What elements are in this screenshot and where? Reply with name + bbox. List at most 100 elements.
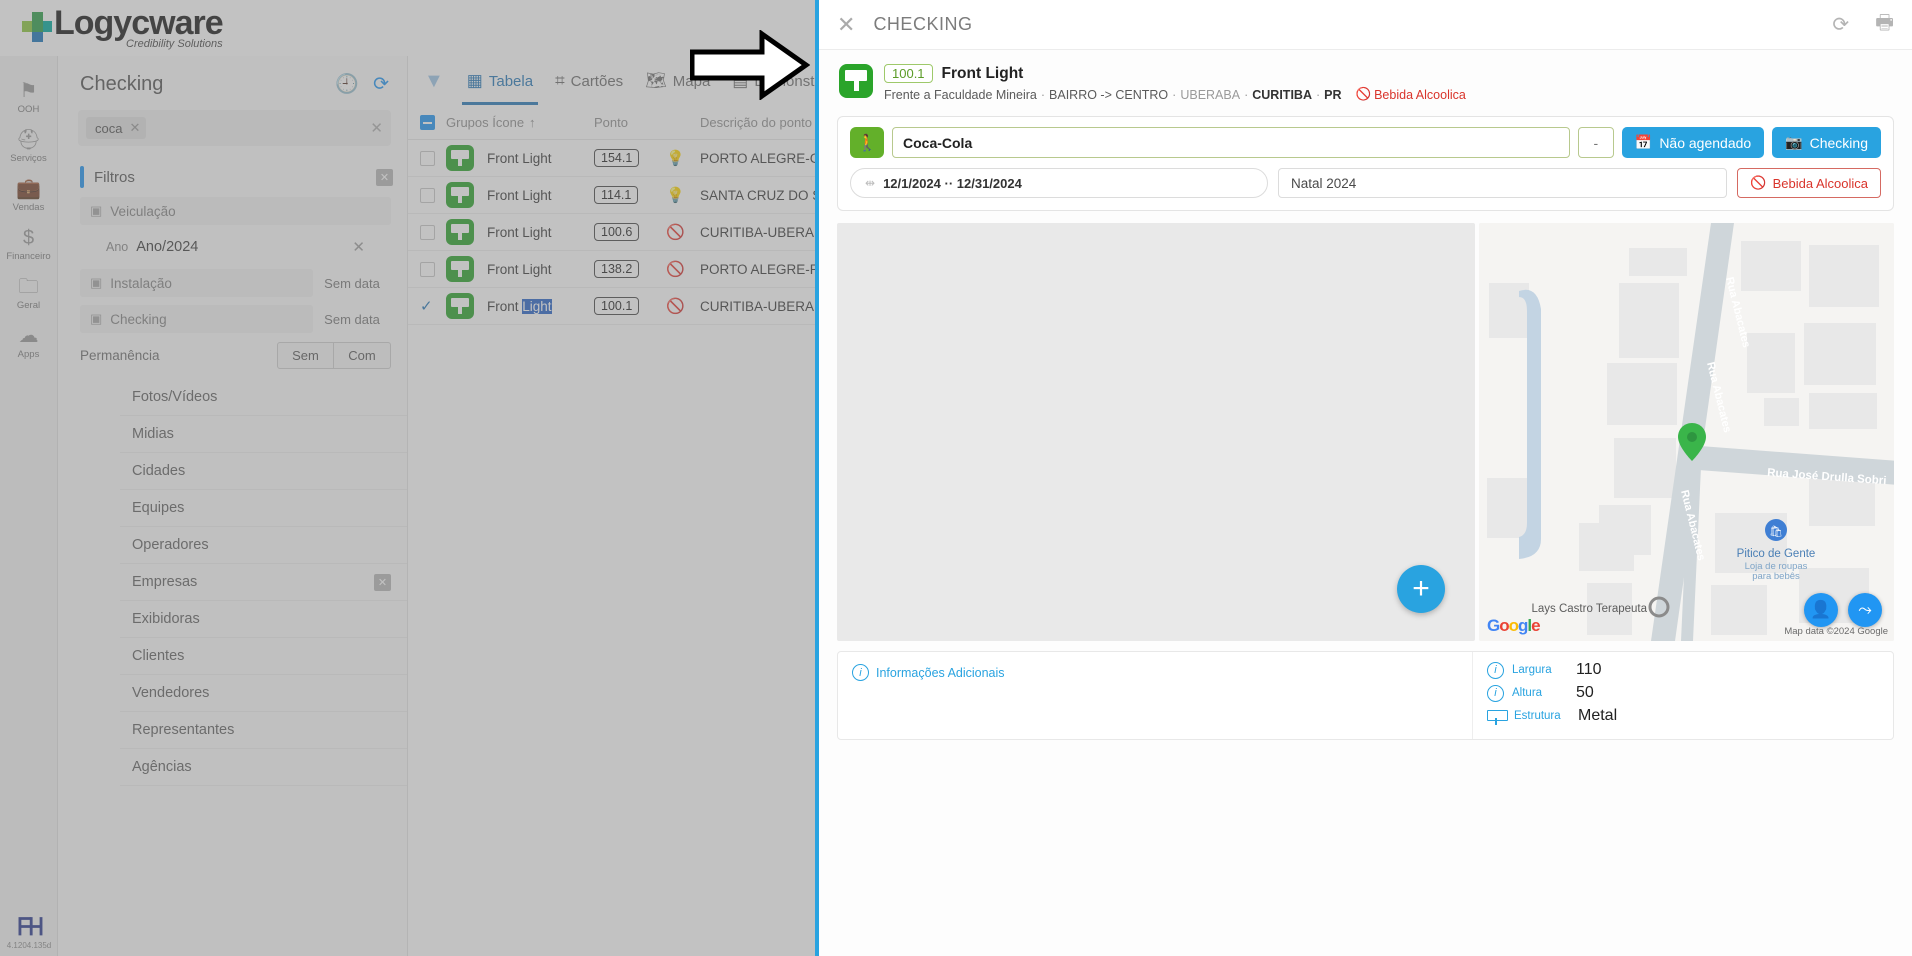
permanencia-sem-button[interactable]: Sem xyxy=(277,342,334,369)
row-checkbox[interactable] xyxy=(420,187,435,203)
search-chip[interactable]: coca ✕ xyxy=(86,117,147,139)
refresh-icon[interactable]: ⟳ xyxy=(373,73,389,96)
dash-button[interactable]: - xyxy=(1577,127,1614,158)
table-row[interactable]: Front Light 154.1 💡 PORTO ALEGRE-CA xyxy=(408,140,815,177)
clear-ano-icon[interactable]: ✕ xyxy=(352,238,365,256)
rail-footer: ᖴᕼ 4.1204.135d xyxy=(0,915,58,951)
blocked-status-icon: 🚫 xyxy=(666,224,685,241)
spec-label: Estrutura xyxy=(1514,710,1561,722)
filter-accordion-representantes[interactable]: Representantes xyxy=(120,712,407,749)
media-row: + Rua Abacates Rua Abacates Rua Abacates… xyxy=(837,223,1894,641)
spec-value: 50 xyxy=(1576,684,1594,701)
filter-label: Instalação xyxy=(110,275,172,291)
filter-veiculacao[interactable]: ▣ Veiculação xyxy=(80,196,391,226)
printer-icon[interactable]: 🖶 xyxy=(1875,8,1894,42)
walking-person-icon[interactable]: 🚶 xyxy=(850,127,884,158)
accordion-label: Operadores xyxy=(132,537,209,553)
pegman-icon[interactable]: 👤 xyxy=(1804,593,1838,627)
filter-accordion-ag-ncias[interactable]: Agências xyxy=(120,749,407,786)
calendar-x-icon: 📅 xyxy=(1634,134,1653,150)
spec-estrutura: Estrutura Metal xyxy=(1487,707,1879,725)
point-code-badge: 100.1 xyxy=(884,64,933,83)
filter-accordion-clientes[interactable]: Clientes xyxy=(120,638,407,675)
filter-ano[interactable]: Ano Ano/2024 ✕ xyxy=(80,232,391,262)
panel-header: ✕ CHECKING ⟳ 🖶 xyxy=(819,0,1912,50)
spec-label: Altura xyxy=(1512,687,1543,699)
rail-label: Geral xyxy=(16,300,41,311)
accordion-label: Representantes xyxy=(132,722,235,738)
table-row[interactable]: Front Light 138.2 🚫 PORTO ALEGRE-PE xyxy=(408,251,815,288)
row-checkbox[interactable] xyxy=(420,261,435,277)
nao-agendado-button[interactable]: 📅 Não agendado xyxy=(1621,127,1765,158)
rail-item-ooh[interactable]: ⚑ OOH xyxy=(0,70,58,119)
rail-item-financeiro[interactable]: $ Financeiro xyxy=(0,217,58,266)
tab-cartoes[interactable]: ⌗ Cartões xyxy=(546,57,632,105)
permanencia-com-button[interactable]: Com xyxy=(334,342,391,369)
rail-label: Vendas xyxy=(12,202,45,213)
row-select-cell[interactable]: ✓ xyxy=(420,297,446,315)
table-header-row: Grupos Ícone ↑ Ponto Descrição do ponto xyxy=(408,106,815,140)
filter-accordion-operadores[interactable]: Operadores xyxy=(120,527,407,564)
brand-input[interactable]: Coca-Cola xyxy=(892,127,1570,158)
close-icon[interactable]: ✕ xyxy=(374,573,391,591)
column-header-descricao[interactable]: Descrição do ponto xyxy=(700,115,815,130)
helmet-icon: ⛑ xyxy=(15,129,42,151)
row-select-cell[interactable] xyxy=(420,261,446,277)
row-select-cell[interactable] xyxy=(420,224,446,240)
close-icon[interactable]: ✕ xyxy=(129,120,140,136)
rail-label: Serviços xyxy=(10,153,47,164)
section-accent-bar xyxy=(80,166,84,188)
filter-accordion-equipes[interactable]: Equipes xyxy=(120,490,407,527)
address-city: CURITIBA xyxy=(1252,87,1312,102)
search-box[interactable]: coca ✕ ✕ xyxy=(78,110,391,146)
filter-accordion-exibidoras[interactable]: Exibidoras xyxy=(120,601,407,638)
informacoes-adicionais-link[interactable]: i Informações Adicionais xyxy=(852,664,1458,681)
clear-search-icon[interactable]: ✕ xyxy=(370,119,383,137)
rail-item-apps[interactable]: ☁ Apps xyxy=(0,315,58,364)
table-body: Front Light154.1💡PORTO ALEGRE-CAFront Li… xyxy=(408,140,815,325)
tab-tabela[interactable]: ▦ Tabela xyxy=(458,57,542,105)
bebida-alcoolica-button[interactable]: 🚫 Bebida Alcoolica xyxy=(1737,168,1881,198)
add-photo-button[interactable]: + xyxy=(1397,565,1445,613)
grupo-label: Front Light xyxy=(487,150,552,166)
filter-accordion-empresas[interactable]: Empresas ✕ xyxy=(120,564,407,601)
separator: · xyxy=(1315,87,1321,102)
table-row[interactable]: ✓ Front Light 100.1 🚫 CURITIBA-UBERAB xyxy=(408,288,815,325)
rail-item-geral[interactable]: 🗀 Geral xyxy=(0,266,58,315)
table-row[interactable]: Front Light 114.1 💡 SANTA CRUZ DO S xyxy=(408,177,815,214)
filter-accordion-midias[interactable]: Midias xyxy=(120,416,407,453)
funnel-icon[interactable]: ▼ xyxy=(424,70,444,93)
row-selected-check-icon[interactable]: ✓ xyxy=(420,297,433,315)
table-row[interactable]: Front Light 100.6 🚫 CURITIBA-UBERAB xyxy=(408,214,815,251)
row-select-cell[interactable] xyxy=(420,187,446,203)
cell-ponto: 100.6 xyxy=(594,223,666,241)
filter-accordion-cidades[interactable]: Cidades xyxy=(120,453,407,490)
row-checkbox[interactable] xyxy=(420,224,435,240)
select-all-checkbox[interactable] xyxy=(420,115,446,130)
refresh-circle-icon[interactable]: ⟳ xyxy=(1832,12,1849,37)
filter-checking[interactable]: ▣ Checking Sem data xyxy=(80,304,391,334)
filter-accordion-vendedores[interactable]: Vendedores xyxy=(120,675,407,712)
accordion-label: Midias xyxy=(132,426,174,442)
column-header-grupos[interactable]: Grupos Ícone ↑ xyxy=(446,115,594,130)
date-range-icon: ⇹ xyxy=(865,176,876,190)
rail-item-vendas[interactable]: 💼 Vendas xyxy=(0,168,58,217)
close-icon[interactable]: ✕ xyxy=(376,168,393,186)
row-checkbox[interactable] xyxy=(420,150,435,166)
rail-item-servicos[interactable]: ⛑ Serviços xyxy=(0,119,58,168)
folder-icon: 🗀 xyxy=(18,276,39,298)
map-place-label: Pitico de Gente xyxy=(1737,548,1816,560)
checking-button[interactable]: 📷 Checking xyxy=(1772,127,1881,158)
location-map[interactable]: Rua Abacates Rua Abacates Rua Abacates R… xyxy=(1479,223,1894,641)
campaign-field[interactable]: Natal 2024 xyxy=(1278,168,1728,198)
route-icon[interactable]: ⤳ xyxy=(1848,593,1882,627)
accordion-label: Vendedores xyxy=(132,685,210,701)
billboard-icon xyxy=(839,64,873,98)
row-select-cell[interactable] xyxy=(420,150,446,166)
filter-instalacao[interactable]: ▣ Instalação Sem data xyxy=(80,268,391,298)
column-header-ponto[interactable]: Ponto xyxy=(594,115,666,130)
history-icon[interactable]: 🕘 xyxy=(335,72,359,96)
date-range-field[interactable]: ⇹ 12/1/2024 ·· 12/31/2024 xyxy=(850,168,1268,198)
filter-accordion-fotos-v-deos[interactable]: Fotos/Vídeos xyxy=(120,379,407,416)
close-icon[interactable]: ✕ xyxy=(837,12,855,38)
